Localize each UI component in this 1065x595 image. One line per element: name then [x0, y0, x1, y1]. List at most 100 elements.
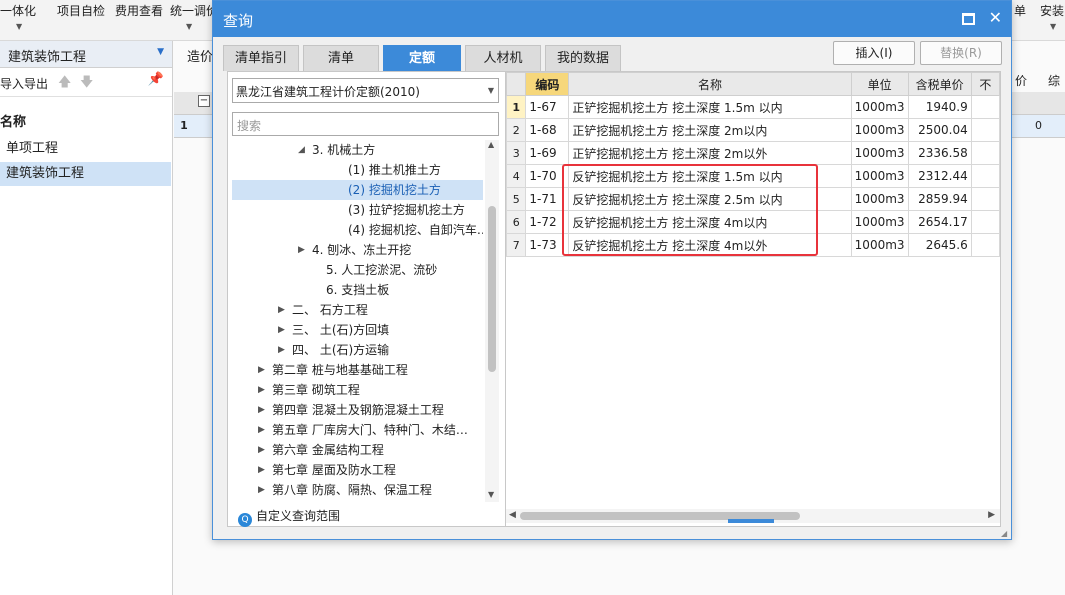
import-export-button[interactable]: 导入导出 — [0, 75, 48, 92]
row-extra — [970, 164, 1000, 188]
tree-item-label: 第二章 桩与地基基础工程 — [272, 363, 408, 377]
table-row[interactable]: 6 1-72 反铲挖掘机挖土方 挖土深度 4m以内 1000m3 2654.17 — [506, 210, 1000, 234]
menu-unified-price[interactable]: 统一调价 — [170, 2, 218, 19]
scroll-up-icon[interactable]: ▲ — [488, 140, 494, 149]
tree-item[interactable]: ▶ 第二章 桩与地基基础工程 — [232, 360, 483, 380]
tree-item[interactable]: (2) 挖掘机挖土方 — [232, 180, 483, 200]
expand-arrow-icon[interactable]: ▶ — [258, 480, 265, 500]
custom-query-scope-button[interactable]: Q 自定义查询范围 — [238, 506, 340, 527]
table-row[interactable]: 1 1-67 正铲挖掘机挖土方 挖土深度 1.5m 以内 1000m3 1940.9 — [506, 95, 1000, 119]
tree-item[interactable]: ◢ 3. 机械土方 — [232, 140, 483, 160]
dialog-titlebar[interactable]: 查询 ✕ — [213, 1, 1011, 37]
collapse-icon[interactable]: − — [198, 95, 210, 107]
name-column-header: 名称 — [0, 115, 27, 130]
tab-bill-guide[interactable]: 清单指引 — [223, 45, 299, 71]
header-unit[interactable]: 单位 — [850, 72, 909, 96]
menu-install[interactable]: 安装 — [1040, 2, 1064, 19]
tree-item-building-decoration[interactable]: 建筑装饰工程 — [0, 162, 171, 186]
tree-item[interactable]: 6. 支挡土板 — [232, 280, 483, 300]
menu-right-1[interactable]: 单 — [1014, 2, 1026, 19]
search-placeholder: 搜索 — [237, 119, 262, 133]
tab-cost[interactable]: 造价 — [187, 46, 213, 65]
tree-item[interactable]: (1) 推土机推土方 — [232, 160, 483, 180]
row-code: 1-72 — [525, 210, 570, 234]
header-extra[interactable]: 不 — [970, 72, 1000, 96]
insert-button[interactable]: 插入(I) — [833, 41, 915, 65]
chevron-down-icon: ▼ — [16, 22, 23, 31]
tab-bill[interactable]: 清单 — [303, 45, 379, 71]
close-icon[interactable]: ✕ — [989, 8, 1002, 27]
search-input[interactable]: 搜索 — [232, 112, 499, 136]
row-extra — [970, 187, 1000, 211]
move-up-icon[interactable]: 🡅 — [58, 73, 71, 95]
expand-arrow-icon[interactable]: ▶ — [258, 440, 265, 460]
menu-cost-view[interactable]: 费用查看 — [115, 2, 163, 19]
row-code: 1-70 — [525, 164, 570, 188]
main-grid-header-composite: 综 — [1048, 74, 1061, 88]
expand-arrow-icon[interactable]: ▶ — [278, 340, 285, 360]
scroll-down-icon[interactable]: ▼ — [488, 490, 494, 499]
table-row[interactable]: 3 1-69 正铲挖掘机挖土方 挖土深度 2m以外 1000m3 2336.58 — [506, 141, 1000, 165]
chevron-down-icon[interactable]: ▼ — [157, 47, 164, 57]
pane-resize-handle[interactable] — [728, 519, 774, 523]
tree-item[interactable]: ▶ 第五章 厂库房大门、特种门、木结… — [232, 420, 483, 440]
tree-item-label: (4) 挖掘机挖、自卸汽车… — [348, 223, 483, 237]
resize-grip-icon[interactable]: ◢ — [1001, 529, 1009, 538]
expand-arrow-icon[interactable]: ▶ — [258, 380, 265, 400]
tree-item[interactable]: (4) 挖掘机挖、自卸汽车… — [232, 220, 483, 240]
tab-quota[interactable]: 定额 — [383, 45, 461, 71]
table-row[interactable]: 7 1-73 反铲挖掘机挖土方 挖土深度 4m以外 1000m3 2645.6 — [506, 233, 1000, 257]
row-code: 1-68 — [525, 118, 570, 142]
row-unit: 1000m3 — [850, 233, 909, 257]
query-dialog: 查询 ✕ 清单指引 清单 定额 人材机 我的数据 插入(I) 替换(R) 黑龙江… — [212, 0, 1012, 540]
row-name: 反铲挖掘机挖土方 挖土深度 4m以外 — [568, 233, 852, 257]
expand-arrow-icon[interactable]: ▶ — [258, 360, 265, 380]
maximize-icon[interactable] — [962, 13, 975, 25]
tree-item[interactable]: ▶ 第四章 混凝土及钢筋混凝土工程 — [232, 400, 483, 420]
tree-item[interactable]: (3) 拉铲挖掘机挖土方 — [232, 200, 483, 220]
scroll-left-icon[interactable]: ◀ — [509, 510, 516, 520]
row-extra — [970, 118, 1000, 142]
expand-arrow-icon[interactable]: ▶ — [258, 400, 265, 420]
tree-item[interactable]: ▶ 二、 石方工程 — [232, 300, 483, 320]
expand-arrow-icon[interactable]: ▶ — [258, 420, 265, 440]
tree-scrollbar[interactable]: ▲ ▼ — [485, 140, 499, 502]
tree-item[interactable]: ▶ 第三章 砌筑工程 — [232, 380, 483, 400]
tab-my-data[interactable]: 我的数据 — [545, 45, 621, 71]
header-code[interactable]: 编码 — [525, 72, 570, 96]
tab-labor-material-machine[interactable]: 人材机 — [465, 45, 541, 71]
tree-item[interactable]: ▶ 三、 土(石)方回填 — [232, 320, 483, 340]
tree-item-single-project[interactable]: 单项工程 — [0, 137, 171, 161]
menu-project-check[interactable]: 项目自检 — [57, 2, 105, 19]
results-scrollbar[interactable]: ◀ ▶ — [506, 509, 1000, 523]
tree-item[interactable]: ▶ 第六章 金属结构工程 — [232, 440, 483, 460]
expand-arrow-icon[interactable]: ▶ — [278, 300, 285, 320]
move-down-icon[interactable]: 🡇 — [80, 73, 93, 95]
header-name[interactable]: 名称 — [568, 72, 852, 96]
tree-item[interactable]: ▶ 四、 土(石)方运输 — [232, 340, 483, 360]
pin-icon[interactable]: 📌 — [148, 72, 164, 87]
chevron-down-icon: ▼ — [186, 22, 193, 31]
header-tax-price[interactable]: 含税单价 — [907, 72, 972, 96]
row-number: 4 — [506, 164, 527, 188]
tree-item[interactable]: 5. 人工挖淤泥、流砂 — [232, 260, 483, 280]
project-selector[interactable]: 建筑装饰工程 ▼ — [0, 41, 172, 68]
scrollbar-thumb[interactable] — [488, 206, 496, 372]
tree-item[interactable]: ▶ 第七章 屋面及防水工程 — [232, 460, 483, 480]
expand-arrow-icon[interactable]: ▶ — [258, 460, 265, 480]
tree-item[interactable]: ▶ 第八章 防腐、隔热、保温工程 — [232, 480, 483, 500]
table-row[interactable]: 5 1-71 反铲挖掘机挖土方 挖土深度 2.5m 以内 1000m3 2859.94 — [506, 187, 1000, 211]
collapse-arrow-icon[interactable]: ◢ — [298, 140, 305, 160]
replace-button[interactable]: 替换(R) — [920, 41, 1002, 65]
quota-library-select[interactable]: 黑龙江省建筑工程计价定额(2010) ▼ — [232, 78, 499, 103]
tree-item-label: 第四章 混凝土及钢筋混凝土工程 — [272, 403, 444, 417]
table-row[interactable]: 2 1-68 正铲挖掘机挖土方 挖土深度 2m以内 1000m3 2500.04 — [506, 118, 1000, 142]
expand-arrow-icon[interactable]: ▶ — [298, 240, 305, 260]
expand-arrow-icon[interactable]: ▶ — [278, 320, 285, 340]
table-row[interactable]: 4 1-70 反铲挖掘机挖土方 挖土深度 1.5m 以内 1000m3 2312.44 — [506, 164, 1000, 188]
menu-integration[interactable]: 一体化 — [0, 2, 36, 19]
tree-item-label: 第三章 砌筑工程 — [272, 383, 360, 397]
tree-item-label: (3) 拉铲挖掘机挖土方 — [348, 203, 465, 217]
tree-item[interactable]: ▶ 4. 刨冰、冻土开挖 — [232, 240, 483, 260]
scroll-right-icon[interactable]: ▶ — [988, 510, 995, 520]
